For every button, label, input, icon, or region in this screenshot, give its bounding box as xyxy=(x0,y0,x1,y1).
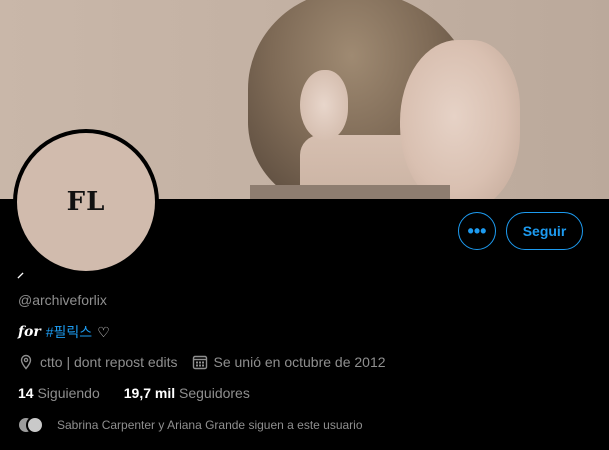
profile-meta: ctto | dont repost edits Se unió en octu… xyxy=(18,354,386,370)
followed-by-text: Sabrina Carpenter y Ariana Grande siguen… xyxy=(57,418,363,432)
followers-count: 19,7 mil xyxy=(123,385,176,401)
follower-avatar xyxy=(26,416,44,434)
location-pin-icon xyxy=(20,354,32,370)
bio: for #필릭스 ♡ xyxy=(18,322,110,342)
location-text: ctto | dont repost edits xyxy=(40,354,178,370)
more-options-button[interactable]: ••• xyxy=(458,212,496,250)
avatar-initials: FL xyxy=(66,187,106,217)
joined-date: Se unió en octubre de 2012 xyxy=(213,354,386,370)
bio-hashtag-link[interactable]: #필릭스 xyxy=(46,322,92,342)
bio-prefix: for xyxy=(18,324,41,340)
more-icon: ••• xyxy=(467,220,487,241)
banner-photo-face xyxy=(400,40,520,199)
followers-label: Seguidores xyxy=(179,385,250,401)
avatar[interactable]: FL xyxy=(13,129,159,275)
user-handle: @archiveforlix xyxy=(18,292,107,308)
follow-button[interactable]: Seguir xyxy=(506,212,583,250)
banner-photo-shirt xyxy=(250,185,450,199)
display-name: ⸝ xyxy=(17,264,24,280)
following-label: Siguiendo xyxy=(37,385,100,401)
banner-photo-ear xyxy=(300,70,348,140)
followers-link[interactable]: 19,7 mil Seguidores xyxy=(124,385,250,401)
heart-icon: ♡ xyxy=(97,323,110,340)
follow-button-label: Seguir xyxy=(522,223,567,239)
calendar-icon xyxy=(192,355,207,370)
following-link[interactable]: 14 Siguiendo xyxy=(18,385,100,401)
following-count: 14 xyxy=(18,385,34,401)
followed-by-link[interactable]: Sabrina Carpenter y Ariana Grande siguen… xyxy=(17,416,363,434)
follow-stats: 14 Siguiendo 19,7 mil Seguidores xyxy=(18,385,250,401)
